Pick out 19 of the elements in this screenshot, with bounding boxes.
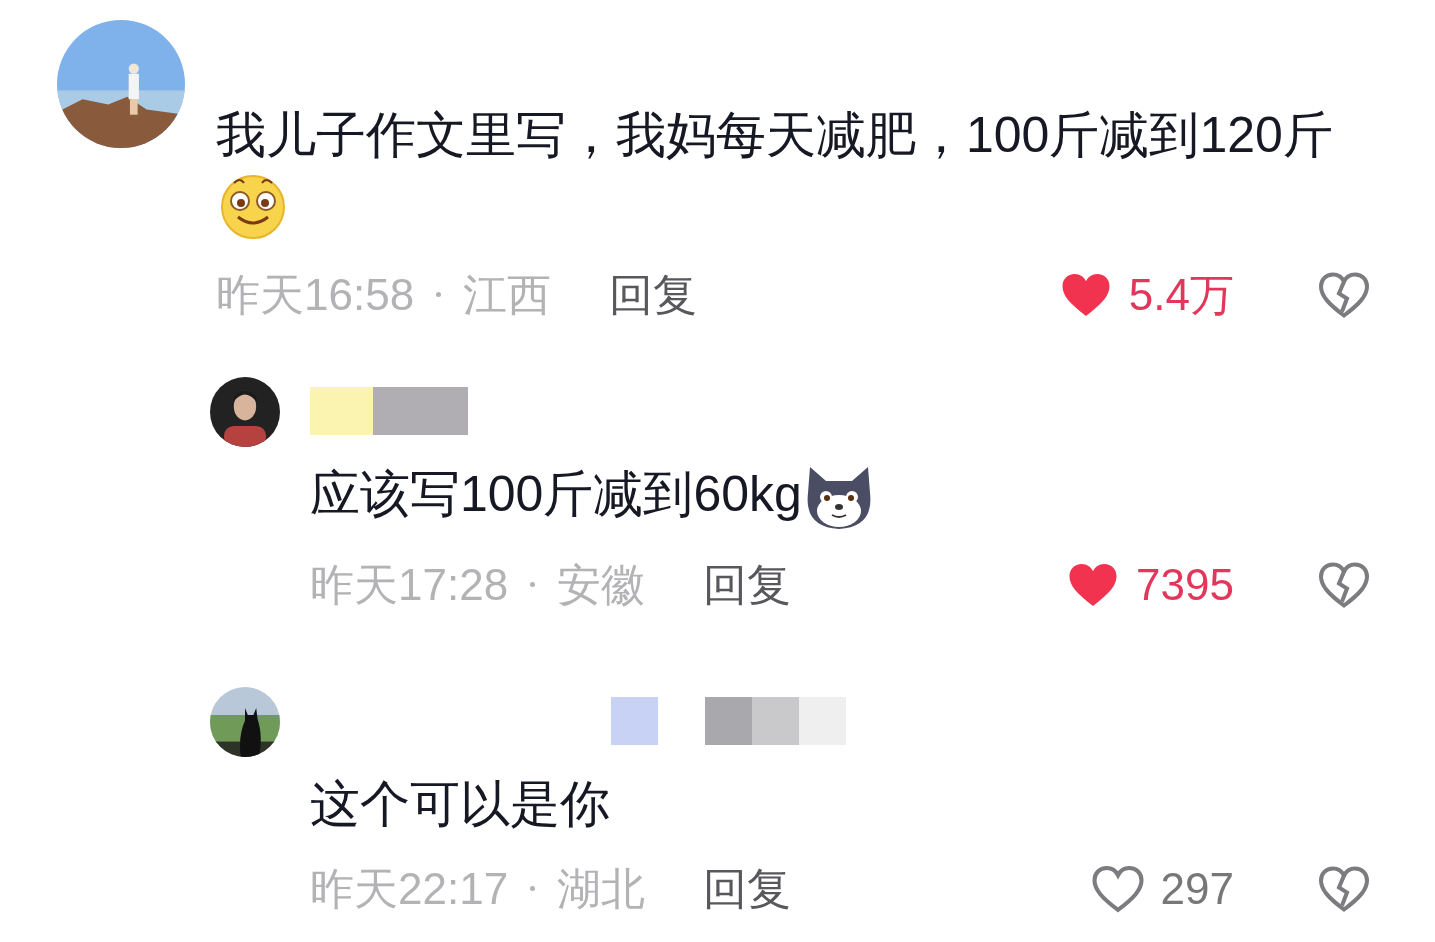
like-button[interactable]: 5.4万 — [1058, 261, 1234, 328]
dislike-broken-heart-icon[interactable] — [1318, 864, 1370, 913]
timestamp: 昨天22:17 — [310, 862, 509, 915]
dislike-broken-heart-icon[interactable] — [1318, 270, 1370, 319]
location: 安徽 — [557, 558, 646, 611]
comment-text: 我儿子作文里写，我妈每天减肥，100斤减到120斤 — [216, 107, 1333, 163]
comment-text: 这个可以是你 — [310, 775, 610, 832]
reply-button[interactable]: 回复 — [703, 855, 792, 922]
like-button[interactable]: 7395 — [1066, 551, 1234, 618]
timestamp: 昨天16:58 — [216, 268, 415, 321]
reply-button[interactable]: 回复 — [609, 261, 698, 328]
comment-text: 应该写100斤减到60kg — [310, 465, 802, 522]
like-button[interactable]: 297 — [1090, 855, 1234, 922]
reply-button[interactable]: 回复 — [703, 551, 792, 618]
timestamp: 昨天17:28 — [310, 558, 509, 611]
heart-icon — [1090, 864, 1145, 913]
dislike-broken-heart-icon[interactable] — [1318, 560, 1370, 609]
location: 湖北 — [557, 862, 646, 915]
location: 江西 — [463, 268, 552, 321]
